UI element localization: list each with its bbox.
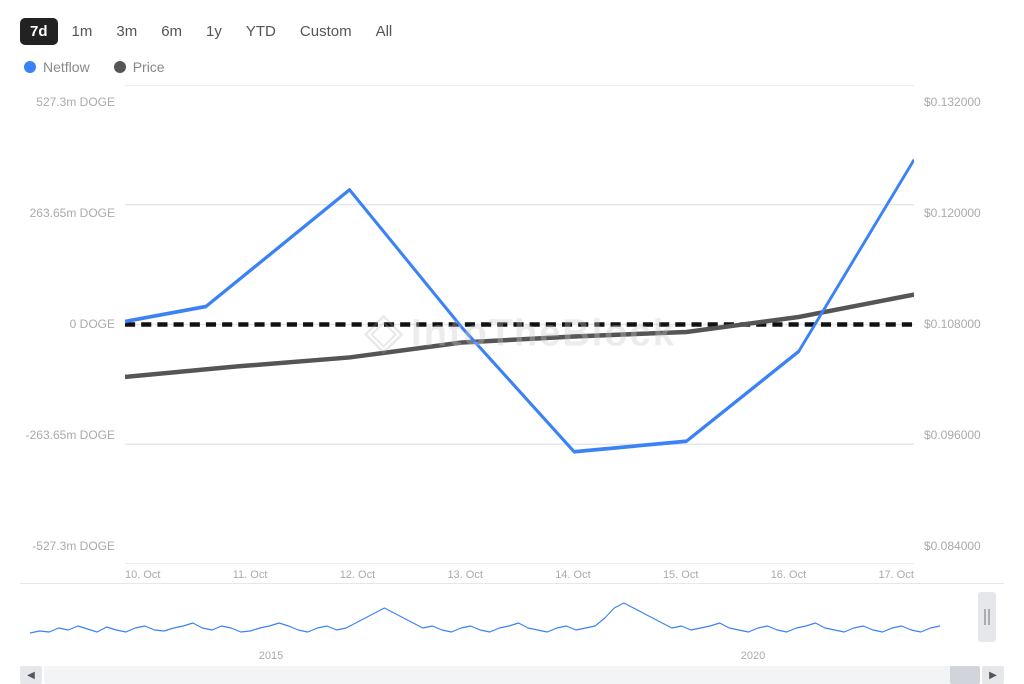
x-label-3: 13. Oct [447,569,482,581]
x-label-5: 15. Oct [663,569,698,581]
x-label-2: 12. Oct [340,569,375,581]
legend-price-label: Price [133,59,165,75]
netflow-dot [24,61,36,73]
time-btn-1y[interactable]: 1y [196,18,232,45]
time-range-selector: 7d1m3m6m1yYTDCustomAll [20,18,1004,45]
y-left-label-3: -263.65m DOGE [26,428,115,442]
y-left-label-0: 527.3m DOGE [36,95,115,109]
y-left-label-1: 263.65m DOGE [30,206,115,220]
price-dot [114,61,126,73]
x-label-1: 11. Oct [233,569,268,581]
scroll-right-arrow[interactable]: ▶ [982,666,1004,684]
chart-legend: Netflow Price [20,59,1004,75]
time-btn-all[interactable]: All [366,18,403,45]
y-axis-right: $0.132000 $0.120000 $0.108000 $0.096000 … [914,85,1004,583]
time-btn-6m[interactable]: 6m [151,18,192,45]
y-left-label-4: -527.3m DOGE [32,539,115,553]
y-axis-left: 527.3m DOGE 263.65m DOGE 0 DOGE -263.65m… [20,85,125,583]
chart-area: 527.3m DOGE 263.65m DOGE 0 DOGE -263.65m… [20,85,1004,583]
resize-handle-icon [982,607,992,627]
x-label-6: 16. Oct [771,569,806,581]
y-right-label-4: $0.084000 [924,539,981,553]
y-left-label-2: 0 DOGE [70,317,115,331]
legend-netflow-label: Netflow [43,59,90,75]
y-right-label-0: $0.132000 [924,95,981,109]
scroll-thumb[interactable] [950,666,980,684]
mini-chart-svg [20,588,970,648]
time-btn-custom[interactable]: Custom [290,18,362,45]
mini-x-label-2020: 2020 [741,650,765,662]
time-btn-1m[interactable]: 1m [62,18,103,45]
y-right-label-1: $0.120000 [924,206,981,220]
mini-chart-section: 2015 2020 ◀ ▶ [20,583,1004,673]
y-right-label-2: $0.108000 [924,317,981,331]
mini-resize-handle[interactable] [978,592,996,642]
scroll-track[interactable] [44,666,980,684]
x-label-0: 10. Oct [125,569,160,581]
main-container: 7d1m3m6m1yYTDCustomAll Netflow Price 527… [0,0,1024,683]
x-label-4: 14. Oct [555,569,590,581]
mini-x-label-2015: 2015 [259,650,283,662]
legend-netflow: Netflow [24,59,90,75]
main-chart-wrapper: 527.3m DOGE 263.65m DOGE 0 DOGE -263.65m… [20,85,1004,583]
mini-x-labels: 2015 2020 [20,648,1004,662]
y-right-label-3: $0.096000 [924,428,981,442]
x-label-7: 17. Oct [878,569,913,581]
time-btn-7d[interactable]: 7d [20,18,58,45]
time-btn-ytd[interactable]: YTD [236,18,286,45]
mini-chart-inner [20,588,1004,648]
scroll-left-arrow[interactable]: ◀ [20,666,42,684]
scroll-row: ◀ ▶ [20,666,1004,684]
chart-inner: IntoTheBlock [125,85,914,583]
main-chart-svg [125,85,914,564]
x-axis: 10. Oct 11. Oct 12. Oct 13. Oct 14. Oct … [125,564,914,583]
time-btn-3m[interactable]: 3m [106,18,147,45]
legend-price: Price [114,59,165,75]
